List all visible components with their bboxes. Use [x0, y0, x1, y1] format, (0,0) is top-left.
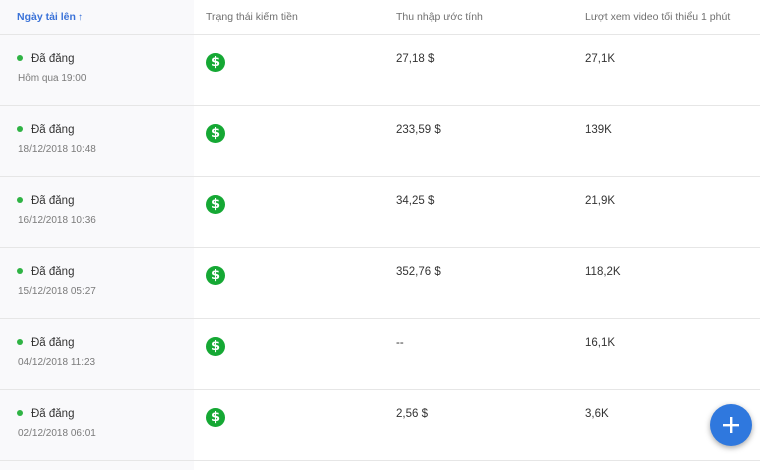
estimated-revenue-value: 27,18 $: [396, 53, 435, 65]
published-dot-icon: [17, 196, 23, 203]
status-label: Đã đăng: [17, 53, 74, 65]
table-row[interactable]: Đã đăng 18/12/2018 10:48 $ 233,59 $ 139K: [0, 106, 760, 177]
views-value: 3,6K: [585, 408, 609, 420]
published-dot-icon: [17, 54, 23, 61]
plus-icon: [723, 417, 739, 433]
dollar-icon[interactable]: $: [206, 266, 225, 285]
upload-date: Hôm qua 19:00: [18, 73, 87, 84]
status-label: Đã đăng: [17, 195, 74, 207]
column-header-monetization[interactable]: Trạng thái kiếm tiền: [206, 11, 298, 23]
published-dot-icon: [17, 338, 23, 345]
upload-date: 02/12/2018 06:01: [18, 428, 96, 439]
views-value: 27,1K: [585, 53, 616, 65]
dollar-icon[interactable]: $: [206, 53, 225, 72]
column-header-views[interactable]: Lượt xem video tối thiểu 1 phút: [585, 11, 730, 23]
table-row[interactable]: Đã đăng 02/12/2018 06:01 $ 2,56 $ 3,6K: [0, 390, 760, 461]
status-label: Đã đăng: [17, 408, 74, 420]
published-dot-icon: [17, 267, 23, 274]
upload-date: 04/12/2018 11:23: [18, 357, 96, 368]
column-header-revenue[interactable]: Thu nhập ước tính: [396, 11, 483, 23]
views-value: 16,1K: [585, 337, 616, 349]
table-header: Ngày tải lên ↑ Trạng thái kiếm tiền Thu n…: [0, 0, 760, 35]
table-row[interactable]: Đã đăng 15/12/2018 05:27 $ 352,76 $ 118,…: [0, 248, 760, 319]
status-text: Đã đăng: [31, 408, 75, 420]
dollar-icon[interactable]: $: [206, 337, 225, 356]
published-dot-icon: [17, 409, 23, 416]
status-label: Đã đăng: [17, 266, 74, 278]
estimated-revenue-value: 352,76 $: [396, 266, 441, 278]
status-text: Đã đăng: [31, 195, 75, 207]
dollar-icon[interactable]: $: [206, 124, 225, 143]
table-row[interactable]: Đã đăng 16/12/2018 10:36 $ 34,25 $ 21,9K: [0, 177, 760, 248]
views-value: 21,9K: [585, 195, 616, 207]
estimated-revenue-value: 233,59 $: [396, 124, 441, 136]
upload-date: 15/12/2018 05:27: [18, 286, 96, 297]
status-text: Đã đăng: [31, 266, 75, 278]
add-button[interactable]: [710, 404, 752, 446]
table-row[interactable]: Đã đăng 04/12/2018 11:23 $ -- 16,1K: [0, 319, 760, 390]
published-dot-icon: [17, 125, 23, 132]
upload-date: 18/12/2018 10:48: [18, 144, 96, 155]
sort-up-arrow-icon: ↑: [77, 12, 83, 23]
estimated-revenue-value: 2,56 $: [396, 408, 428, 420]
column-header-upload-date[interactable]: Ngày tải lên ↑: [17, 11, 83, 23]
views-value: 118,2K: [585, 266, 621, 278]
table-row[interactable]: Đã đăng Hôm qua 19:00 $ 27,18 $ 27,1K: [0, 35, 760, 106]
column-header-label: Ngày tải lên: [17, 11, 76, 23]
status-label: Đã đăng: [17, 124, 74, 136]
status-text: Đã đăng: [31, 53, 75, 65]
upload-date: 16/12/2018 10:36: [18, 215, 96, 226]
dollar-icon[interactable]: $: [206, 408, 225, 427]
views-value: 139K: [585, 124, 612, 136]
content-table: Ngày tải lên ↑ Trạng thái kiếm tiền Thu n…: [0, 0, 760, 461]
status-text: Đã đăng: [31, 337, 75, 349]
estimated-revenue-value: 34,25 $: [396, 195, 435, 207]
estimated-revenue-value: --: [396, 337, 404, 349]
status-text: Đã đăng: [31, 124, 75, 136]
dollar-icon[interactable]: $: [206, 195, 225, 214]
status-label: Đã đăng: [17, 337, 74, 349]
